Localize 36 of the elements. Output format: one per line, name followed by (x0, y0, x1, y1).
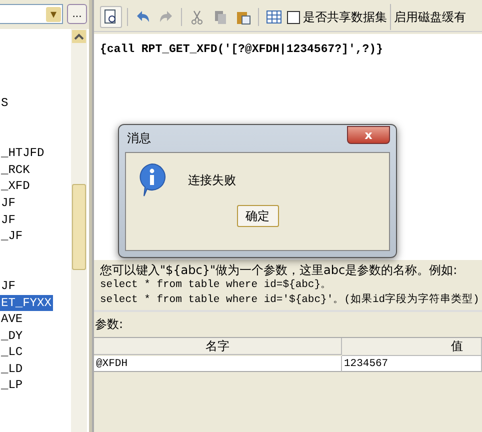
browse-button[interactable]: ... (67, 4, 87, 24)
list-item[interactable]: _JF (0, 228, 71, 245)
disk-cache-label[interactable]: 启用磁盘缓有 (394, 8, 466, 26)
list-item[interactable]: JF (0, 278, 71, 294)
list-item[interactable]: AVE (0, 311, 71, 328)
column-header[interactable]: 值 (342, 338, 482, 356)
list-item[interactable]: _RCK (0, 162, 71, 178)
list-item[interactable]: _XFD (0, 178, 71, 195)
preview-icon[interactable] (100, 6, 122, 28)
scrollbar[interactable] (71, 29, 87, 432)
info-icon (138, 163, 166, 197)
help-text: 您可以键入"${abc}"做为一个参数，这里abc是参数的名称。例如: (100, 263, 458, 278)
list-item[interactable]: JF (0, 194, 71, 212)
example-text: select * from table where id=${abc}。 (100, 278, 333, 293)
table-dropdown[interactable]: ▾ (0, 4, 63, 24)
caret-icon[interactable]: ▾ (46, 6, 61, 22)
list-item[interactable]: _DY (0, 328, 71, 344)
ok-button[interactable]: 确定 (236, 205, 278, 227)
list-item[interactable]: _LD (0, 360, 71, 378)
list-item[interactable]: JF (0, 212, 71, 228)
table-cell: 1234567 (342, 356, 482, 372)
share-dataset-checkbox[interactable]: 是否共享数据集 (287, 8, 387, 26)
list-item[interactable]: _HTJFD (0, 145, 71, 162)
sql-text: {call RPT_GET_XFD('[?@XFDH|1234567?]',?)} (100, 43, 384, 56)
list-item[interactable]: _LC (0, 344, 71, 361)
list-item[interactable]: ET_FYXX (0, 294, 54, 312)
dialog-title: 消息 (126, 130, 151, 147)
parameters-label: 参数: (94, 316, 124, 333)
list-item[interactable]: S (0, 95, 71, 112)
table-cell: @XFDH (94, 356, 342, 372)
column-header[interactable]: 名字 (94, 338, 342, 355)
close-button[interactable]: x (347, 126, 390, 144)
scrollbar-thumb[interactable] (72, 184, 86, 270)
list-item[interactable]: _LP (0, 377, 71, 394)
example-text: select * from table where id='${abc}'。(如果id字段为字符串类型) (100, 293, 480, 308)
dialog-message: 连接失败 (188, 172, 236, 188)
